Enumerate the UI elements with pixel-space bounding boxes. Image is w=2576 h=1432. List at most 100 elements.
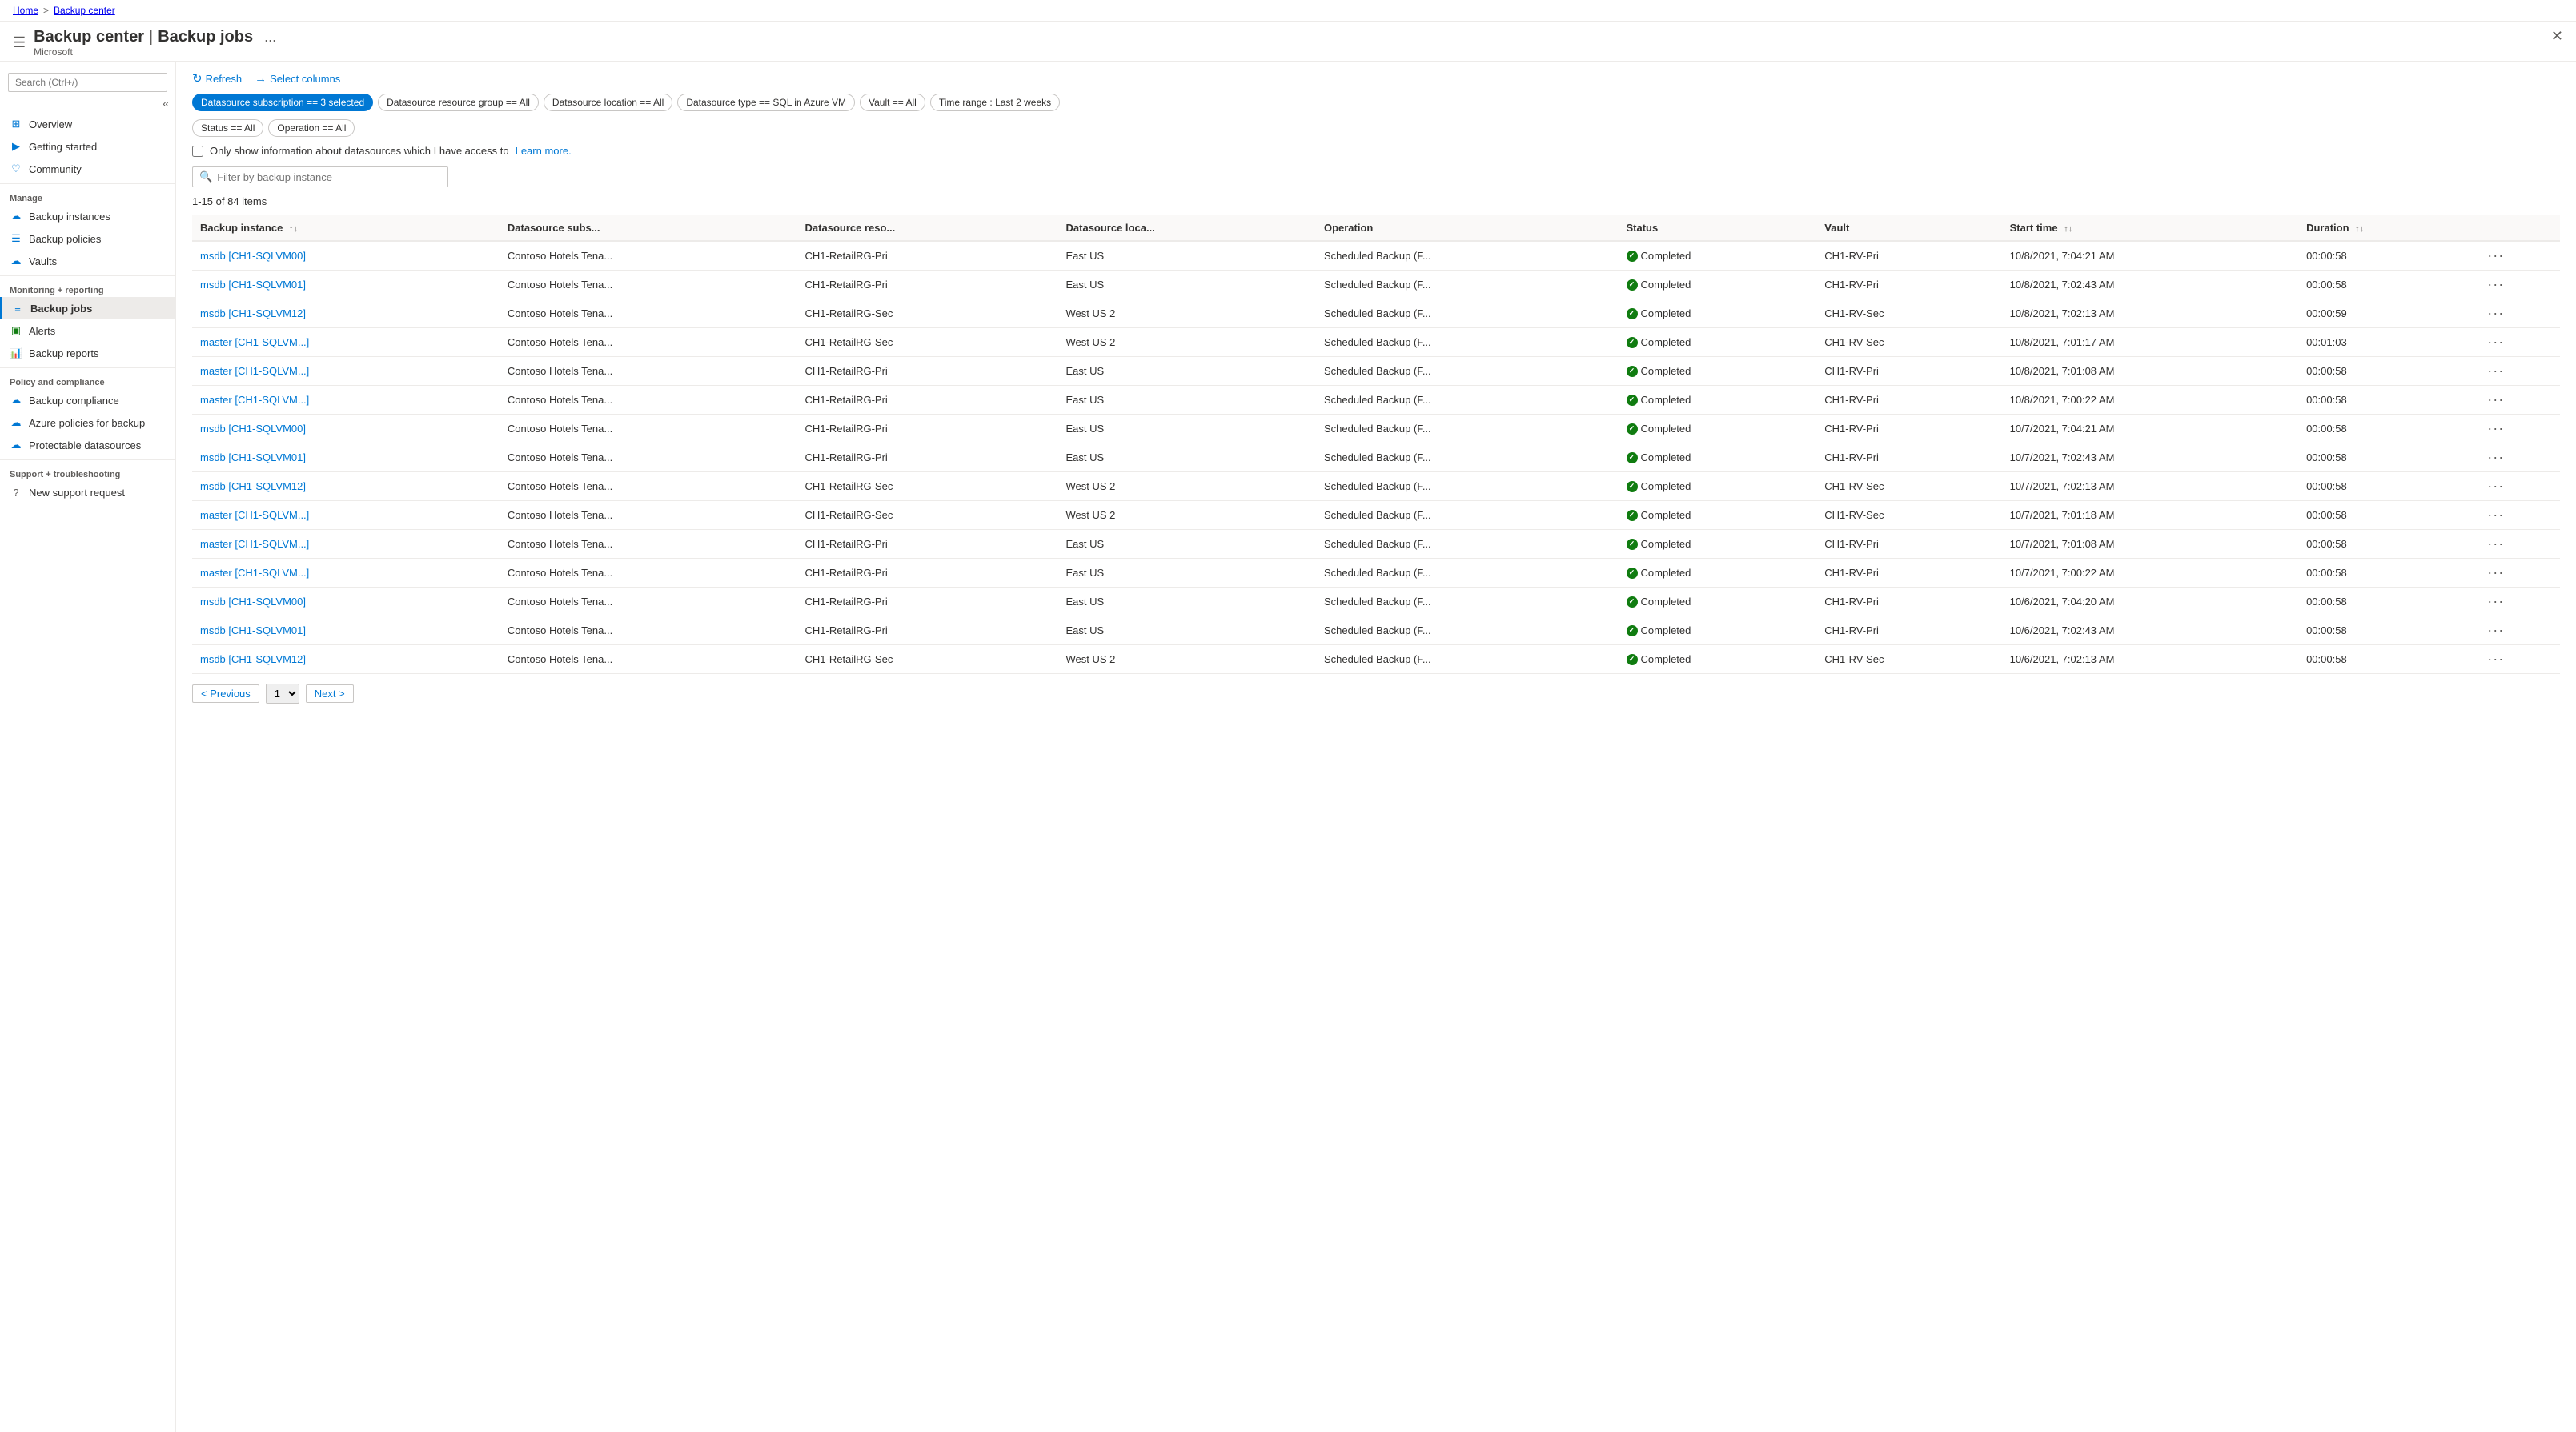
cell-datasource-reso: CH1-RetailRG-Pri — [797, 415, 1058, 443]
row-more-button[interactable]: ··· — [2487, 334, 2504, 351]
row-more-button[interactable]: ··· — [2487, 276, 2504, 293]
sort-start-time[interactable]: ↑↓ — [2064, 224, 2072, 234]
cell-start-time: 10/8/2021, 7:01:08 AM — [2002, 357, 2298, 386]
filter-backup-instance-input[interactable] — [217, 171, 441, 183]
sort-duration[interactable]: ↑↓ — [2355, 224, 2364, 234]
chip-datasource-location[interactable]: Datasource location == All — [544, 94, 672, 111]
cell-backup-instance: msdb [CH1-SQLVM12] — [192, 645, 500, 674]
sidebar-collapse-button[interactable]: « — [163, 97, 169, 110]
select-columns-icon: → — [255, 72, 267, 86]
sidebar-item-label: Alerts — [29, 325, 55, 337]
col-datasource-loca: Datasource loca... — [1058, 215, 1316, 241]
backup-instances-icon: ☁ — [10, 210, 22, 223]
datasource-access-checkbox[interactable] — [192, 146, 203, 157]
sidebar-item-backup-policies[interactable]: ☰ Backup policies — [0, 227, 175, 250]
row-more-button[interactable]: ··· — [2487, 449, 2504, 466]
header-subtitle: Microsoft — [34, 46, 276, 58]
cell-vault: CH1-RV-Sec — [1816, 328, 2001, 357]
status-icon — [1627, 654, 1638, 665]
row-more-button[interactable]: ··· — [2487, 420, 2504, 437]
cell-datasource-loca: East US — [1058, 588, 1316, 616]
status-text: Completed — [1641, 250, 1691, 262]
hamburger-icon[interactable]: ☰ — [13, 34, 26, 51]
cell-status: Completed — [1619, 443, 1817, 472]
cell-vault: CH1-RV-Pri — [1816, 415, 2001, 443]
status-completed: Completed — [1627, 624, 1809, 636]
row-more-button[interactable]: ··· — [2487, 535, 2504, 552]
cell-duration: 00:00:58 — [2298, 443, 2479, 472]
row-more-button[interactable]: ··· — [2487, 363, 2504, 379]
sidebar-item-vaults[interactable]: ☁ Vaults — [0, 250, 175, 272]
cell-more: ··· — [2479, 357, 2560, 386]
chip-vault[interactable]: Vault == All — [860, 94, 925, 111]
row-more-button[interactable]: ··· — [2487, 622, 2504, 639]
cell-status: Completed — [1619, 472, 1817, 501]
table-row: master [CH1-SQLVM...] Contoso Hotels Ten… — [192, 328, 2560, 357]
items-count: 1-15 of 84 items — [192, 195, 2560, 207]
sidebar-item-backup-compliance[interactable]: ☁ Backup compliance — [0, 389, 175, 411]
row-more-button[interactable]: ··· — [2487, 564, 2504, 581]
vaults-icon: ☁ — [10, 255, 22, 267]
refresh-button[interactable]: ↻ Refresh — [192, 71, 242, 86]
cell-operation: Scheduled Backup (F... — [1316, 299, 1619, 328]
row-more-button[interactable]: ··· — [2487, 651, 2504, 668]
sidebar-item-backup-reports[interactable]: 📊 Backup reports — [0, 342, 175, 364]
sidebar-item-overview[interactable]: ⊞ Overview — [0, 113, 175, 135]
sidebar-divider-manage — [0, 183, 175, 184]
sidebar-item-protectable[interactable]: ☁ Protectable datasources — [0, 434, 175, 456]
header-dots[interactable]: ... — [264, 29, 276, 46]
close-button[interactable]: ✕ — [2551, 28, 2563, 45]
pagination-page-select[interactable]: 1 2 3 4 5 6 — [266, 684, 299, 704]
cell-vault: CH1-RV-Pri — [1816, 271, 2001, 299]
chip-datasource-type[interactable]: Datasource type == SQL in Azure VM — [677, 94, 855, 111]
pagination-previous[interactable]: < Previous — [192, 684, 259, 703]
sidebar-item-azure-policies[interactable]: ☁ Azure policies for backup — [0, 411, 175, 434]
row-more-button[interactable]: ··· — [2487, 593, 2504, 610]
cell-more: ··· — [2479, 472, 2560, 501]
status-icon — [1627, 452, 1638, 463]
learn-more-link[interactable]: Learn more. — [516, 145, 572, 157]
breadcrumb-home[interactable]: Home — [13, 5, 38, 16]
cell-status: Completed — [1619, 241, 1817, 271]
col-start-time: Start time ↑↓ — [2002, 215, 2298, 241]
sidebar-item-new-support[interactable]: ? New support request — [0, 481, 175, 503]
sidebar-item-alerts[interactable]: ▣ Alerts — [0, 319, 175, 342]
sidebar-item-label: Community — [29, 163, 82, 175]
status-text: Completed — [1641, 451, 1691, 463]
table-row: msdb [CH1-SQLVM12] Contoso Hotels Tena..… — [192, 645, 2560, 674]
breadcrumb-current[interactable]: Backup center — [54, 5, 115, 16]
chip-operation[interactable]: Operation == All — [268, 119, 355, 137]
header-title-group: Backup center | Backup jobs ... Microsof… — [34, 28, 276, 58]
search-input[interactable] — [8, 73, 167, 92]
sidebar-item-community[interactable]: ♡ Community — [0, 158, 175, 180]
sidebar-item-backup-jobs[interactable]: ≡ Backup jobs — [0, 297, 175, 319]
row-more-button[interactable]: ··· — [2487, 478, 2504, 495]
sidebar-section-monitoring: Monitoring + reporting — [0, 279, 175, 297]
cell-datasource-subs: Contoso Hotels Tena... — [500, 645, 797, 674]
chip-datasource-resource-group[interactable]: Datasource resource group == All — [378, 94, 539, 111]
chip-status[interactable]: Status == All — [192, 119, 263, 137]
table-row: msdb [CH1-SQLVM00] Contoso Hotels Tena..… — [192, 241, 2560, 271]
pagination-next[interactable]: Next > — [306, 684, 354, 703]
sidebar-item-backup-instances[interactable]: ☁ Backup instances — [0, 205, 175, 227]
row-more-button[interactable]: ··· — [2487, 507, 2504, 523]
overview-icon: ⊞ — [10, 118, 22, 130]
table-row: msdb [CH1-SQLVM01] Contoso Hotels Tena..… — [192, 616, 2560, 645]
backup-policies-icon: ☰ — [10, 232, 22, 245]
cell-status: Completed — [1619, 415, 1817, 443]
cell-datasource-subs: Contoso Hotels Tena... — [500, 241, 797, 271]
chip-time-range[interactable]: Time range : Last 2 weeks — [930, 94, 1060, 111]
row-more-button[interactable]: ··· — [2487, 305, 2504, 322]
chip-datasource-subscription[interactable]: Datasource subscription == 3 selected — [192, 94, 373, 111]
status-icon — [1627, 423, 1638, 435]
sidebar-item-getting-started[interactable]: ▶ Getting started — [0, 135, 175, 158]
cell-duration: 00:00:58 — [2298, 530, 2479, 559]
cell-datasource-loca: East US — [1058, 271, 1316, 299]
sidebar-item-label: Backup jobs — [30, 303, 92, 315]
row-more-button[interactable]: ··· — [2487, 247, 2504, 264]
cell-datasource-loca: West US 2 — [1058, 328, 1316, 357]
sort-backup-instance[interactable]: ↑↓ — [289, 224, 298, 234]
select-columns-button[interactable]: → Select columns — [255, 72, 340, 86]
row-more-button[interactable]: ··· — [2487, 391, 2504, 408]
status-completed: Completed — [1627, 423, 1809, 435]
